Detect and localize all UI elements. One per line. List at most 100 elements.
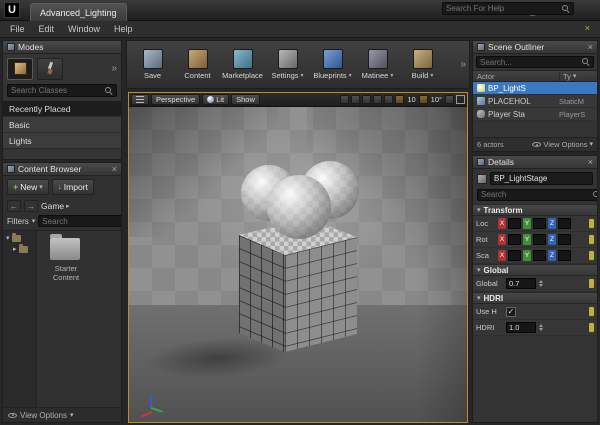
import-button[interactable]: Import xyxy=(52,179,94,195)
scale-y-field[interactable] xyxy=(533,250,546,261)
classes-search-input[interactable] xyxy=(11,86,103,95)
breadcrumb-arrow-icon xyxy=(66,203,70,210)
marketplace-button[interactable]: Marketplace xyxy=(220,43,265,86)
reset-to-default-icon[interactable] xyxy=(589,307,594,316)
save-button[interactable]: Save xyxy=(130,43,175,86)
close-icon[interactable] xyxy=(588,43,593,52)
actor-column-header[interactable]: Actor xyxy=(477,72,495,81)
hdri-section-header[interactable]: HDRI xyxy=(473,292,597,304)
tree-expand-icon[interactable] xyxy=(6,235,10,242)
viewport[interactable]: Perspective Lit Show 10 10° xyxy=(128,92,468,423)
starter-content-folder-icon[interactable] xyxy=(50,238,80,260)
scene-outliner-tab[interactable]: Scene Outliner xyxy=(473,41,597,54)
help-search-clear-icon[interactable] xyxy=(585,24,590,33)
outliner-row-player-start[interactable]: Player Sta PlayerS xyxy=(473,108,597,121)
breadcrumb[interactable]: Game xyxy=(41,201,70,211)
close-icon[interactable] xyxy=(588,158,593,167)
scale-z-field[interactable] xyxy=(558,250,571,261)
reset-to-default-icon[interactable] xyxy=(589,279,594,288)
details-search-input[interactable] xyxy=(481,190,591,199)
outliner-search-input[interactable] xyxy=(480,58,580,67)
new-asset-button[interactable]: New xyxy=(7,179,49,195)
transform-section-header[interactable]: Transform xyxy=(473,204,597,216)
actor-name-field[interactable]: BP_LightStage xyxy=(490,172,593,185)
content-button[interactable]: Content xyxy=(175,43,220,86)
category-basic[interactable]: Basic xyxy=(3,117,121,133)
back-icon[interactable] xyxy=(7,200,21,212)
z-axis-chip: Z xyxy=(548,250,556,261)
category-recently-placed[interactable]: Recently Placed xyxy=(3,101,121,117)
close-icon[interactable] xyxy=(112,165,117,174)
rotate-tool-icon[interactable] xyxy=(373,95,382,104)
outliner-view-options-button[interactable]: View Options xyxy=(532,140,593,149)
level-tab[interactable]: Advanced_Lighting xyxy=(30,3,127,21)
view-options-button[interactable]: View Options xyxy=(20,411,67,420)
menu-edit[interactable]: Edit xyxy=(39,24,55,34)
help-search-input[interactable] xyxy=(446,4,560,13)
content-browser-tab[interactable]: Content Browser xyxy=(3,163,121,176)
use-hdri-checkbox[interactable] xyxy=(506,307,516,317)
grid-snap-icon[interactable] xyxy=(395,95,404,104)
outliner-row-placeholder[interactable]: PLACEHOL StaticM xyxy=(473,95,597,108)
forward-icon[interactable] xyxy=(24,200,38,212)
scale-x-field[interactable] xyxy=(508,250,521,261)
rotation-z-field[interactable] xyxy=(558,234,571,245)
blueprints-button[interactable]: Blueprints xyxy=(310,43,355,86)
reset-to-default-icon[interactable] xyxy=(589,323,594,332)
modes-tab[interactable]: Modes xyxy=(3,41,121,54)
reset-to-default-icon[interactable] xyxy=(589,219,594,228)
filters-dropdown-icon[interactable] xyxy=(32,218,36,225)
details-tab[interactable]: Details xyxy=(473,156,597,169)
viewport-options-button[interactable] xyxy=(131,94,149,105)
assets-search-input[interactable] xyxy=(42,217,122,226)
global-section-header[interactable]: Global xyxy=(473,264,597,276)
maximize-icon[interactable] xyxy=(456,95,465,104)
lit-mode-button[interactable]: Lit xyxy=(202,94,229,105)
move-tool-icon[interactable] xyxy=(362,95,371,104)
grid-snap-value[interactable]: 10 xyxy=(406,95,416,104)
tree-sub-folder[interactable] xyxy=(6,246,33,253)
modes-overflow-icon[interactable] xyxy=(111,64,117,74)
hdri-value-field[interactable]: 1.0 xyxy=(506,322,536,333)
angle-snap-icon[interactable] xyxy=(419,95,428,104)
view-options-arrow-icon xyxy=(589,141,593,148)
angle-snap-value[interactable]: 10° xyxy=(430,95,443,104)
location-y-field[interactable] xyxy=(533,218,546,229)
spinner-icon[interactable] xyxy=(538,322,544,333)
category-lights[interactable]: Lights xyxy=(3,133,121,149)
outliner-row-bp-lightstage[interactable]: BP_LightS xyxy=(473,82,597,95)
tree-root-folder[interactable] xyxy=(6,235,33,242)
filters-button[interactable]: Filters xyxy=(7,217,29,226)
location-z-field[interactable] xyxy=(558,218,571,229)
location-x-field[interactable] xyxy=(508,218,521,229)
reset-to-default-icon[interactable] xyxy=(589,251,594,260)
reset-to-default-icon[interactable] xyxy=(589,235,594,244)
global-value-field[interactable]: 0.7 xyxy=(506,278,536,289)
menu-window[interactable]: Window xyxy=(68,24,100,34)
toolbar-overflow-icon[interactable] xyxy=(460,60,466,70)
rotation-y-field[interactable] xyxy=(533,234,546,245)
asset-grid[interactable]: Starter Content xyxy=(37,231,121,407)
place-mode-icon xyxy=(14,62,27,75)
settings-button[interactable]: Settings xyxy=(265,43,310,86)
show-button[interactable]: Show xyxy=(231,94,260,105)
build-button[interactable]: Build xyxy=(400,43,445,86)
camera-speed-icon[interactable] xyxy=(445,95,454,104)
scale-row: Sca X Y Z xyxy=(473,248,597,264)
place-mode-button[interactable] xyxy=(7,58,33,80)
select-tool-icon[interactable] xyxy=(351,95,360,104)
type-column-header[interactable]: Ty xyxy=(559,72,593,81)
spinner-icon[interactable] xyxy=(538,278,544,289)
rotation-x-field[interactable] xyxy=(508,234,521,245)
unreal-logo-icon[interactable] xyxy=(4,2,20,18)
viewport-scene[interactable] xyxy=(129,107,467,422)
asset-label[interactable]: Starter Content xyxy=(41,264,91,282)
perspective-button[interactable]: Perspective xyxy=(151,94,200,105)
paint-mode-button[interactable] xyxy=(37,58,63,80)
matinee-button[interactable]: Matinee xyxy=(355,43,400,86)
camera-icon[interactable] xyxy=(340,95,349,104)
tree-expand-icon[interactable] xyxy=(13,246,17,253)
menu-file[interactable]: File xyxy=(10,24,25,34)
scale-tool-icon[interactable] xyxy=(384,95,393,104)
menu-help[interactable]: Help xyxy=(114,24,133,34)
